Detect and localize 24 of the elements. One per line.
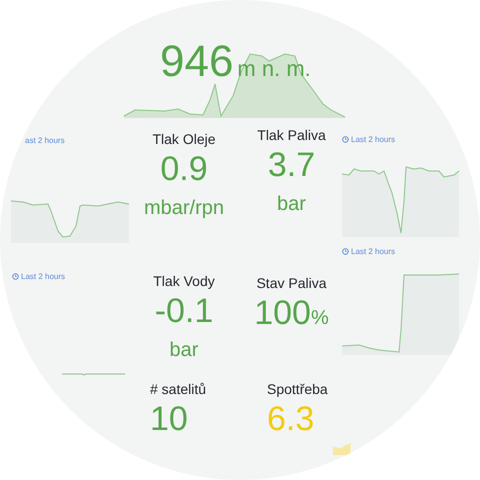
stat-value: 100 (254, 294, 311, 334)
stat-value: 3.7 (268, 146, 316, 186)
stat-value: 10 (150, 400, 188, 440)
unit-label: mbar/rpn (144, 196, 224, 222)
stat-title: Tlak Oleje (152, 130, 216, 149)
stat-title: Spottřeba (267, 380, 328, 399)
sparkline (62, 372, 126, 376)
stat-title: Stav Paliva (256, 274, 327, 293)
stat-title: Tlak Vody (153, 272, 215, 291)
stat-value: 946 (160, 40, 234, 84)
unit-label: % (310, 306, 329, 331)
stat-value: 0.9 (160, 150, 208, 190)
stat-value: -0.1 (154, 292, 214, 332)
time-range-label[interactable]: Last 2 hours (351, 134, 396, 146)
unit-label: bar (170, 338, 198, 364)
stat-title: Tlak Paliva (257, 126, 326, 145)
stat-value: 6.3 (267, 400, 314, 440)
time-range-label[interactable]: ast 2 hours (25, 135, 65, 147)
time-range-label[interactable]: Last 2 hours (21, 270, 66, 282)
sparkline (333, 443, 351, 456)
unit-label: bar (277, 192, 306, 218)
stat-title: # satelitů (150, 380, 206, 399)
unit-label: m n. m. (237, 55, 311, 83)
time-range-label[interactable]: Last 2 hours (351, 246, 396, 258)
